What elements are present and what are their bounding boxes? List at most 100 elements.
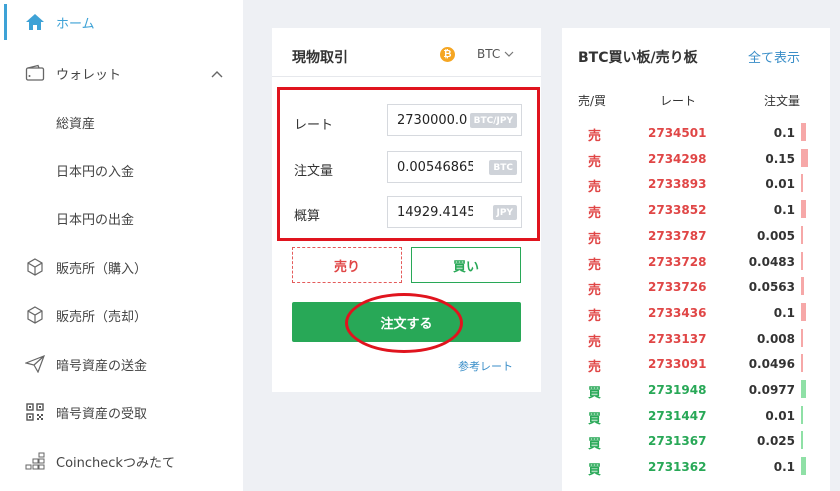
depth-bar xyxy=(801,354,803,373)
quantity-cell: 0.1 xyxy=(773,126,795,140)
table-row[interactable]: 買 2731367 0.025 xyxy=(562,427,830,453)
sell-side-label: 売 xyxy=(588,334,602,350)
quantity-cell: 0.1 xyxy=(773,305,795,320)
buy-side-label: 買 xyxy=(588,463,602,479)
price-cell: 2731367 xyxy=(648,434,707,449)
sidebar-item-label: Coincheckつみたて xyxy=(56,455,175,471)
depth-bar xyxy=(801,405,803,424)
table-row[interactable]: 売 2733728 0.0483 xyxy=(562,248,830,274)
price-cell: 2733787 xyxy=(648,228,707,243)
sell-side-label: 売 xyxy=(588,283,602,299)
sidebar-item-crypto-receive[interactable]: 暗号資産の受取 xyxy=(0,392,243,432)
depth-bar xyxy=(801,302,806,321)
sidebar-item-label: 暗号資産の送金 xyxy=(56,358,148,374)
quantity-cell: 0.01 xyxy=(765,177,795,192)
sidebar-item-wallet[interactable]: ウォレット xyxy=(0,53,243,93)
sidebar-item-total-assets[interactable]: 総資産 xyxy=(0,102,243,142)
grid-icon xyxy=(24,450,46,472)
pair-select-value: BTC xyxy=(477,47,501,61)
quantity-cell: 0.005 xyxy=(757,228,795,243)
column-header-side: 売/買 xyxy=(578,94,607,108)
quantity-cell: 0.15 xyxy=(765,151,795,166)
table-row[interactable]: 売 2733787 0.005 xyxy=(562,222,830,248)
sell-side-label: 売 xyxy=(588,231,602,247)
sidebar-item-crypto-send[interactable]: 暗号資産の送金 xyxy=(0,344,243,384)
buy-side-label: 買 xyxy=(588,437,602,453)
quantity-cell: 0.0977 xyxy=(748,383,795,397)
table-row[interactable]: 売 2733436 0.1 xyxy=(562,299,830,325)
depth-bar xyxy=(801,380,806,398)
sell-side-label: 売 xyxy=(588,257,602,273)
sell-side-label: 売 xyxy=(588,206,602,222)
order-book-panel: BTC買い板/売り板 全て表示 売/買 レート 注文量 売 2734501 0.1 売… xyxy=(562,28,830,491)
cube-icon xyxy=(24,256,46,278)
sell-button[interactable]: 売り xyxy=(292,247,402,283)
spot-trade-panel: 現物取引 ₿ BTC レート BTC/JPY 注文量 BTC 概算 JPY 売り… xyxy=(272,28,541,392)
table-row[interactable]: 売 2733137 0.008 xyxy=(562,325,830,351)
price-cell: 2733852 xyxy=(648,203,707,218)
quantity-cell: 0.1 xyxy=(773,203,795,218)
send-icon xyxy=(24,353,46,375)
sidebar-item-label: 暗号資産の受取 xyxy=(56,406,148,422)
chevron-down-icon xyxy=(504,47,514,61)
quantity-cell: 0.01 xyxy=(765,408,795,423)
wallet-icon xyxy=(24,62,46,84)
table-row[interactable]: 買 2731948 0.0977 xyxy=(562,376,830,402)
depth-bar xyxy=(801,328,803,347)
sell-side-label: 売 xyxy=(588,154,602,170)
price-cell: 2733728 xyxy=(648,254,707,269)
divider xyxy=(272,76,541,77)
sell-side-label: 売 xyxy=(588,308,602,324)
table-row[interactable]: 売 2734298 0.15 xyxy=(562,145,830,171)
sell-side-label: 売 xyxy=(588,360,602,376)
depth-bar xyxy=(801,200,806,219)
sidebar-item-jpy-withdraw[interactable]: 日本円の出金 xyxy=(0,198,243,238)
show-all-link[interactable]: 全て表示 xyxy=(748,47,800,66)
sell-side-label: 売 xyxy=(588,180,602,196)
sidebar-item-sell-store[interactable]: 販売所（売却） xyxy=(0,295,243,335)
table-row[interactable]: 売 2733852 0.1 xyxy=(562,196,830,222)
depth-bar xyxy=(801,148,808,167)
qr-code-icon xyxy=(24,401,46,423)
sidebar-item-coincheck-tsumitate[interactable]: Coincheckつみたて xyxy=(0,441,243,481)
home-icon xyxy=(24,11,46,33)
cube-icon xyxy=(24,304,46,326)
sidebar-item-label: 販売所（購入） xyxy=(56,261,148,277)
quantity-cell: 0.0496 xyxy=(748,357,795,372)
depth-bar xyxy=(801,251,803,270)
price-cell: 2733137 xyxy=(648,331,707,346)
price-cell: 2731948 xyxy=(648,383,707,397)
depth-bar xyxy=(801,174,803,193)
price-cell: 2731447 xyxy=(648,408,707,423)
table-row[interactable]: 売 2734501 0.1 xyxy=(562,119,830,145)
buy-side-label: 買 xyxy=(588,411,602,427)
sidebar-item-label: ウォレット xyxy=(56,67,122,83)
sidebar-item-label: 日本円の入金 xyxy=(56,164,135,180)
sidebar-item-buy-store[interactable]: 販売所（購入） xyxy=(0,247,243,287)
order-book-title: BTC買い板/売り板 xyxy=(578,50,698,66)
reference-rate-link[interactable]: 参考レート xyxy=(458,358,513,374)
sidebar-item-jpy-deposit[interactable]: 日本円の入金 xyxy=(0,150,243,190)
table-row[interactable]: 買 2731447 0.01 xyxy=(562,402,830,428)
price-cell: 2734298 xyxy=(648,151,707,166)
price-cell: 2733091 xyxy=(648,357,707,372)
table-row[interactable]: 売 2733091 0.0496 xyxy=(562,350,830,376)
sidebar-item-home[interactable]: ホーム xyxy=(0,2,243,42)
sidebar-item-label: 販売所（売却） xyxy=(56,309,148,325)
bitcoin-icon: ₿ xyxy=(440,47,455,62)
quantity-cell: 0.0563 xyxy=(748,280,795,295)
sidebar-item-label: 総資産 xyxy=(56,116,96,132)
price-cell: 2733436 xyxy=(648,305,707,320)
table-row[interactable]: 売 2733893 0.01 xyxy=(562,170,830,196)
buy-button[interactable]: 買い xyxy=(411,247,521,283)
panel-title: 現物取引 xyxy=(292,50,348,66)
submit-order-button[interactable]: 注文する xyxy=(292,302,521,342)
quantity-cell: 0.025 xyxy=(757,434,795,449)
quantity-cell: 0.1 xyxy=(773,460,795,475)
chevron-up-icon[interactable] xyxy=(211,67,223,82)
table-row[interactable]: 売 2733726 0.0563 xyxy=(562,273,830,299)
pair-select[interactable]: BTC xyxy=(477,47,514,61)
table-row[interactable]: 買 2731362 0.1 xyxy=(562,453,830,479)
depth-bar xyxy=(801,277,804,296)
sidebar: ホーム ウォレット 総資産 日本円の入金 日本円の出金 販売所（購入） 販売所（… xyxy=(0,0,243,491)
